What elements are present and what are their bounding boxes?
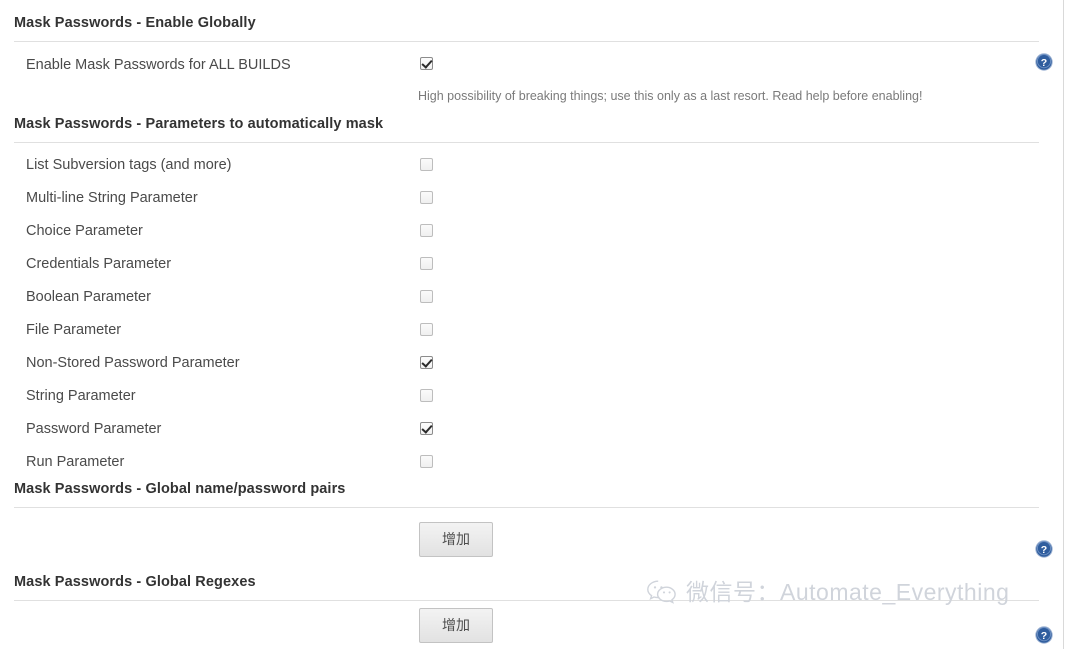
svg-text:?: ? — [1041, 630, 1047, 642]
add-name-password-pair-button[interactable]: 增加 — [419, 522, 493, 557]
parameter-control — [420, 224, 433, 242]
section-divider-parameters-to-mask — [14, 142, 1039, 143]
parameter-row: Password Parameter — [0, 419, 1063, 452]
row-global-name-password-pairs: 增加 ? — [0, 522, 1063, 562]
parameter-label: Credentials Parameter — [26, 256, 172, 272]
parameter-control — [420, 257, 433, 275]
section-title-parameters-to-mask: Mask Passwords - Parameters to automatic… — [14, 116, 384, 132]
parameter-label: List Subversion tags (and more) — [26, 157, 232, 173]
svg-text:?: ? — [1041, 57, 1047, 69]
parameter-label: Multi-line String Parameter — [26, 190, 198, 206]
section-divider-enable-globally — [14, 41, 1039, 42]
parameter-label: Password Parameter — [26, 421, 162, 437]
control-add-regex: 增加 — [419, 608, 493, 643]
parameter-row: String Parameter — [0, 386, 1063, 419]
parameter-row: Boolean Parameter — [0, 287, 1063, 320]
section-global-regexes: Mask Passwords - Global Regexes — [0, 573, 1063, 601]
add-regex-button[interactable]: 增加 — [419, 608, 493, 643]
checkbox-parameter[interactable] — [420, 323, 433, 336]
row-enable-mask-passwords-all-builds: Enable Mask Passwords for ALL BUILDS ? — [0, 53, 1063, 81]
checkbox-parameter[interactable] — [420, 158, 433, 171]
parameter-label: File Parameter — [26, 322, 122, 338]
section-title-enable-globally: Mask Passwords - Enable Globally — [14, 15, 256, 31]
section-title-global-name-password-pairs: Mask Passwords - Global name/password pa… — [14, 481, 346, 497]
checkbox-parameter[interactable] — [420, 257, 433, 270]
parameter-label: Run Parameter — [26, 454, 125, 470]
parameter-control — [420, 158, 433, 176]
help-question-icon-global-regexes[interactable]: ? — [1035, 626, 1053, 644]
checkbox-parameter[interactable] — [420, 389, 433, 402]
checkbox-parameter[interactable] — [420, 422, 433, 435]
control-enable-mask-passwords-all-builds — [420, 57, 433, 75]
help-question-icon-enable-globally[interactable]: ? — [1035, 53, 1053, 71]
section-enable-globally: Mask Passwords - Enable Globally Enable … — [0, 14, 1063, 103]
parameter-label: Non-Stored Password Parameter — [26, 355, 240, 371]
section-parameters-to-mask: Mask Passwords - Parameters to automatic… — [0, 115, 1063, 485]
parameter-row: Choice Parameter — [0, 221, 1063, 254]
parameter-list: List Subversion tags (and more) Multi-lin… — [0, 155, 1063, 485]
checkbox-parameter[interactable] — [420, 191, 433, 204]
parameter-control — [420, 191, 433, 209]
parameter-row: Non-Stored Password Parameter — [0, 353, 1063, 386]
parameter-control — [420, 422, 433, 440]
checkbox-parameter[interactable] — [420, 224, 433, 237]
checkbox-parameter[interactable] — [420, 455, 433, 468]
parameter-control — [420, 455, 433, 473]
parameter-label: Choice Parameter — [26, 223, 143, 239]
mask-passwords-config-page: Mask Passwords - Enable Globally Enable … — [0, 0, 1080, 649]
control-add-name-password-pair: 增加 — [419, 522, 493, 557]
help-question-icon-global-name-password-pairs[interactable]: ? — [1035, 540, 1053, 558]
parameter-control — [420, 356, 433, 374]
section-title-global-regexes: Mask Passwords - Global Regexes — [14, 574, 256, 590]
hint-enable-mask-passwords-all-builds: High possibility of breaking things; use… — [418, 89, 923, 103]
page-right-border — [1063, 0, 1064, 649]
parameter-row: File Parameter — [0, 320, 1063, 353]
section-divider-global-name-password-pairs — [14, 507, 1039, 508]
parameter-row: Multi-line String Parameter — [0, 188, 1063, 221]
label-enable-mask-passwords-all-builds: Enable Mask Passwords for ALL BUILDS — [26, 57, 291, 73]
parameter-row: List Subversion tags (and more) — [0, 155, 1063, 188]
parameter-control — [420, 290, 433, 308]
svg-text:?: ? — [1041, 544, 1047, 556]
parameter-label: String Parameter — [26, 388, 136, 404]
checkbox-enable-mask-passwords-all-builds[interactable] — [420, 57, 433, 70]
row-global-regexes: 增加 ? — [0, 600, 1063, 649]
parameter-label: Boolean Parameter — [26, 289, 151, 305]
parameter-control — [420, 389, 433, 407]
parameter-control — [420, 323, 433, 341]
checkbox-parameter[interactable] — [420, 356, 433, 369]
parameter-row: Credentials Parameter — [0, 254, 1063, 287]
checkbox-parameter[interactable] — [420, 290, 433, 303]
section-global-name-password-pairs: Mask Passwords - Global name/password pa… — [0, 480, 1063, 562]
